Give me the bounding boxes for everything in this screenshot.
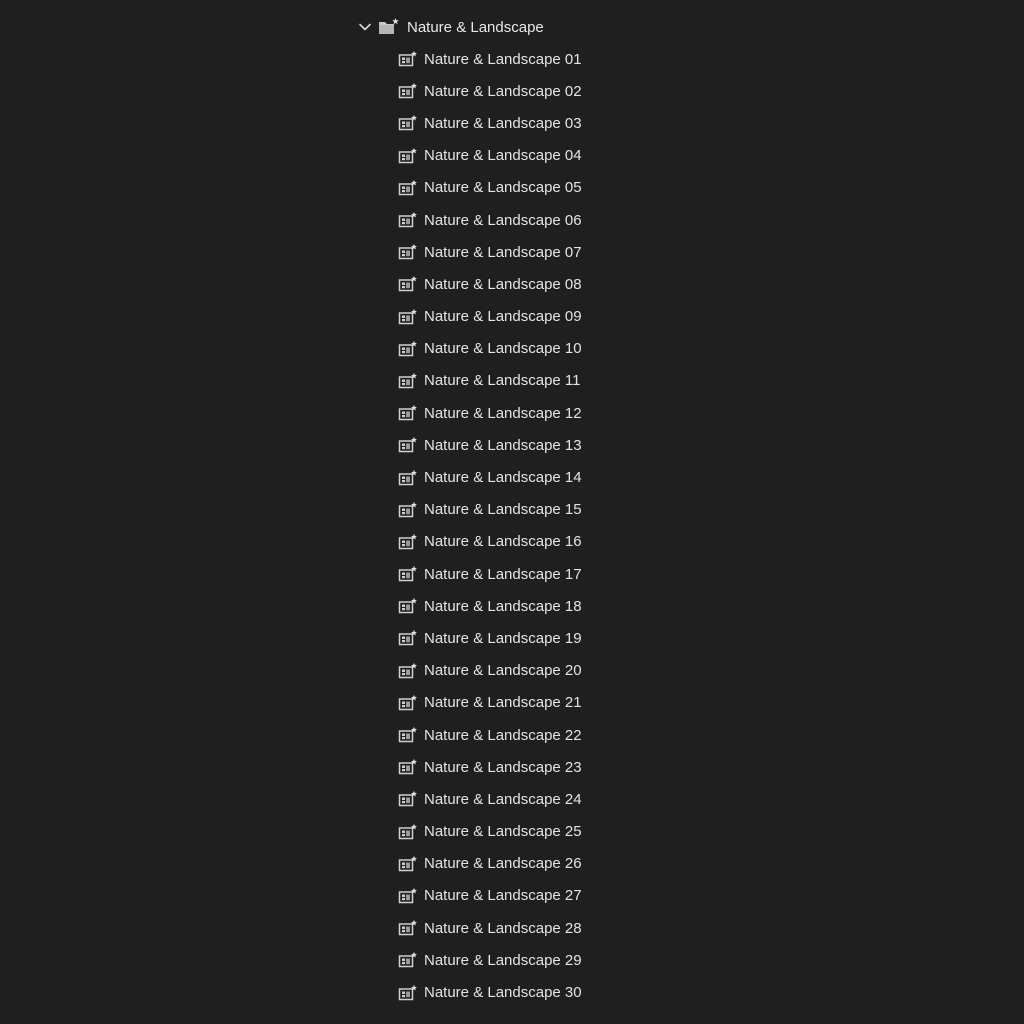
preset-star-icon: [398, 243, 418, 261]
preset-label: Nature & Landscape 03: [424, 114, 582, 132]
preset-star-icon: [398, 823, 418, 841]
preset-item[interactable]: Nature & Landscape 10: [398, 333, 582, 365]
preset-item[interactable]: Nature & Landscape 20: [398, 655, 582, 687]
preset-item[interactable]: Nature & Landscape 11: [398, 365, 582, 397]
preset-item[interactable]: Nature & Landscape 23: [398, 751, 582, 783]
preset-label: Nature & Landscape 09: [424, 308, 582, 326]
preset-star-icon: [398, 758, 418, 776]
preset-item[interactable]: Nature & Landscape 05: [398, 172, 582, 204]
preset-star-icon: [398, 179, 418, 197]
preset-label: Nature & Landscape 29: [424, 951, 582, 969]
preset-item[interactable]: Nature & Landscape 02: [398, 75, 582, 107]
preset-group-label: Nature & Landscape: [407, 18, 544, 36]
preset-item[interactable]: Nature & Landscape 25: [398, 816, 582, 848]
preset-star-icon: [398, 533, 418, 551]
preset-star-icon: [398, 404, 418, 422]
preset-label: Nature & Landscape 06: [424, 211, 582, 229]
preset-item[interactable]: Nature & Landscape 07: [398, 236, 582, 268]
preset-label: Nature & Landscape 14: [424, 469, 582, 487]
preset-star-icon: [398, 951, 418, 969]
preset-item[interactable]: Nature & Landscape 01: [398, 43, 582, 75]
preset-star-icon: [398, 984, 418, 1002]
preset-label: Nature & Landscape 24: [424, 790, 582, 808]
preset-item[interactable]: Nature & Landscape 19: [398, 622, 582, 654]
preset-star-icon: [398, 82, 418, 100]
preset-item[interactable]: Nature & Landscape 09: [398, 301, 582, 333]
preset-star-icon: [398, 501, 418, 519]
preset-star-icon: [398, 114, 418, 132]
preset-label: Nature & Landscape 10: [424, 340, 582, 358]
preset-star-icon: [398, 308, 418, 326]
preset-item[interactable]: Nature & Landscape 18: [398, 590, 582, 622]
preset-label: Nature & Landscape 17: [424, 565, 582, 583]
preset-list: Nature & Landscape 01 Nature & Landscape…: [398, 43, 582, 1009]
preset-star-icon: [398, 887, 418, 905]
preset-label: Nature & Landscape 27: [424, 887, 582, 905]
preset-star-icon: [398, 372, 418, 390]
preset-star-icon: [398, 340, 418, 358]
preset-star-icon: [398, 855, 418, 873]
preset-group-nature-landscape[interactable]: Nature & Landscape: [356, 14, 544, 40]
preset-label: Nature & Landscape 07: [424, 243, 582, 261]
preset-label: Nature & Landscape 12: [424, 404, 582, 422]
preset-star-icon: [398, 275, 418, 293]
preset-item[interactable]: Nature & Landscape 08: [398, 268, 582, 300]
preset-label: Nature & Landscape 18: [424, 597, 582, 615]
preset-star-icon: [398, 147, 418, 165]
preset-star-icon: [398, 662, 418, 680]
preset-label: Nature & Landscape 02: [424, 82, 582, 100]
presets-panel: Nature & Landscape Nature & Landscape 01…: [0, 0, 1024, 1024]
preset-item[interactable]: Nature & Landscape 14: [398, 461, 582, 493]
preset-item[interactable]: Nature & Landscape 16: [398, 526, 582, 558]
preset-label: Nature & Landscape 22: [424, 726, 582, 744]
preset-star-icon: [398, 565, 418, 583]
preset-item[interactable]: Nature & Landscape 26: [398, 848, 582, 880]
preset-item[interactable]: Nature & Landscape 17: [398, 558, 582, 590]
preset-item[interactable]: Nature & Landscape 22: [398, 719, 582, 751]
preset-label: Nature & Landscape 30: [424, 984, 582, 1002]
preset-label: Nature & Landscape 13: [424, 436, 582, 454]
preset-star-icon: [398, 436, 418, 454]
preset-label: Nature & Landscape 11: [424, 372, 581, 390]
preset-star-icon: [398, 629, 418, 647]
preset-label: Nature & Landscape 20: [424, 662, 582, 680]
preset-item[interactable]: Nature & Landscape 29: [398, 944, 582, 976]
preset-star-icon: [398, 469, 418, 487]
preset-label: Nature & Landscape 26: [424, 855, 582, 873]
preset-star-icon: [398, 919, 418, 937]
preset-star-icon: [398, 211, 418, 229]
preset-item[interactable]: Nature & Landscape 04: [398, 140, 582, 172]
preset-star-icon: [398, 726, 418, 744]
preset-label: Nature & Landscape 19: [424, 629, 582, 647]
preset-item[interactable]: Nature & Landscape 24: [398, 783, 582, 815]
preset-folder-star-icon: [378, 17, 400, 37]
preset-item[interactable]: Nature & Landscape 12: [398, 397, 582, 429]
preset-label: Nature & Landscape 15: [424, 501, 582, 519]
chevron-down-icon[interactable]: [356, 18, 374, 36]
preset-star-icon: [398, 50, 418, 68]
preset-label: Nature & Landscape 08: [424, 275, 582, 293]
preset-label: Nature & Landscape 25: [424, 823, 582, 841]
preset-item[interactable]: Nature & Landscape 06: [398, 204, 582, 236]
preset-item[interactable]: Nature & Landscape 30: [398, 976, 582, 1008]
preset-star-icon: [398, 597, 418, 615]
preset-label: Nature & Landscape 23: [424, 758, 582, 776]
preset-label: Nature & Landscape 16: [424, 533, 582, 551]
preset-item[interactable]: Nature & Landscape 15: [398, 494, 582, 526]
preset-label: Nature & Landscape 01: [424, 50, 582, 68]
preset-star-icon: [398, 694, 418, 712]
preset-item[interactable]: Nature & Landscape 28: [398, 912, 582, 944]
preset-label: Nature & Landscape 28: [424, 919, 582, 937]
preset-label: Nature & Landscape 04: [424, 147, 582, 165]
preset-item[interactable]: Nature & Landscape 21: [398, 687, 582, 719]
preset-star-icon: [398, 790, 418, 808]
preset-item[interactable]: Nature & Landscape 27: [398, 880, 582, 912]
preset-item[interactable]: Nature & Landscape 03: [398, 107, 582, 139]
preset-label: Nature & Landscape 05: [424, 179, 582, 197]
preset-label: Nature & Landscape 21: [424, 694, 582, 712]
preset-item[interactable]: Nature & Landscape 13: [398, 429, 582, 461]
